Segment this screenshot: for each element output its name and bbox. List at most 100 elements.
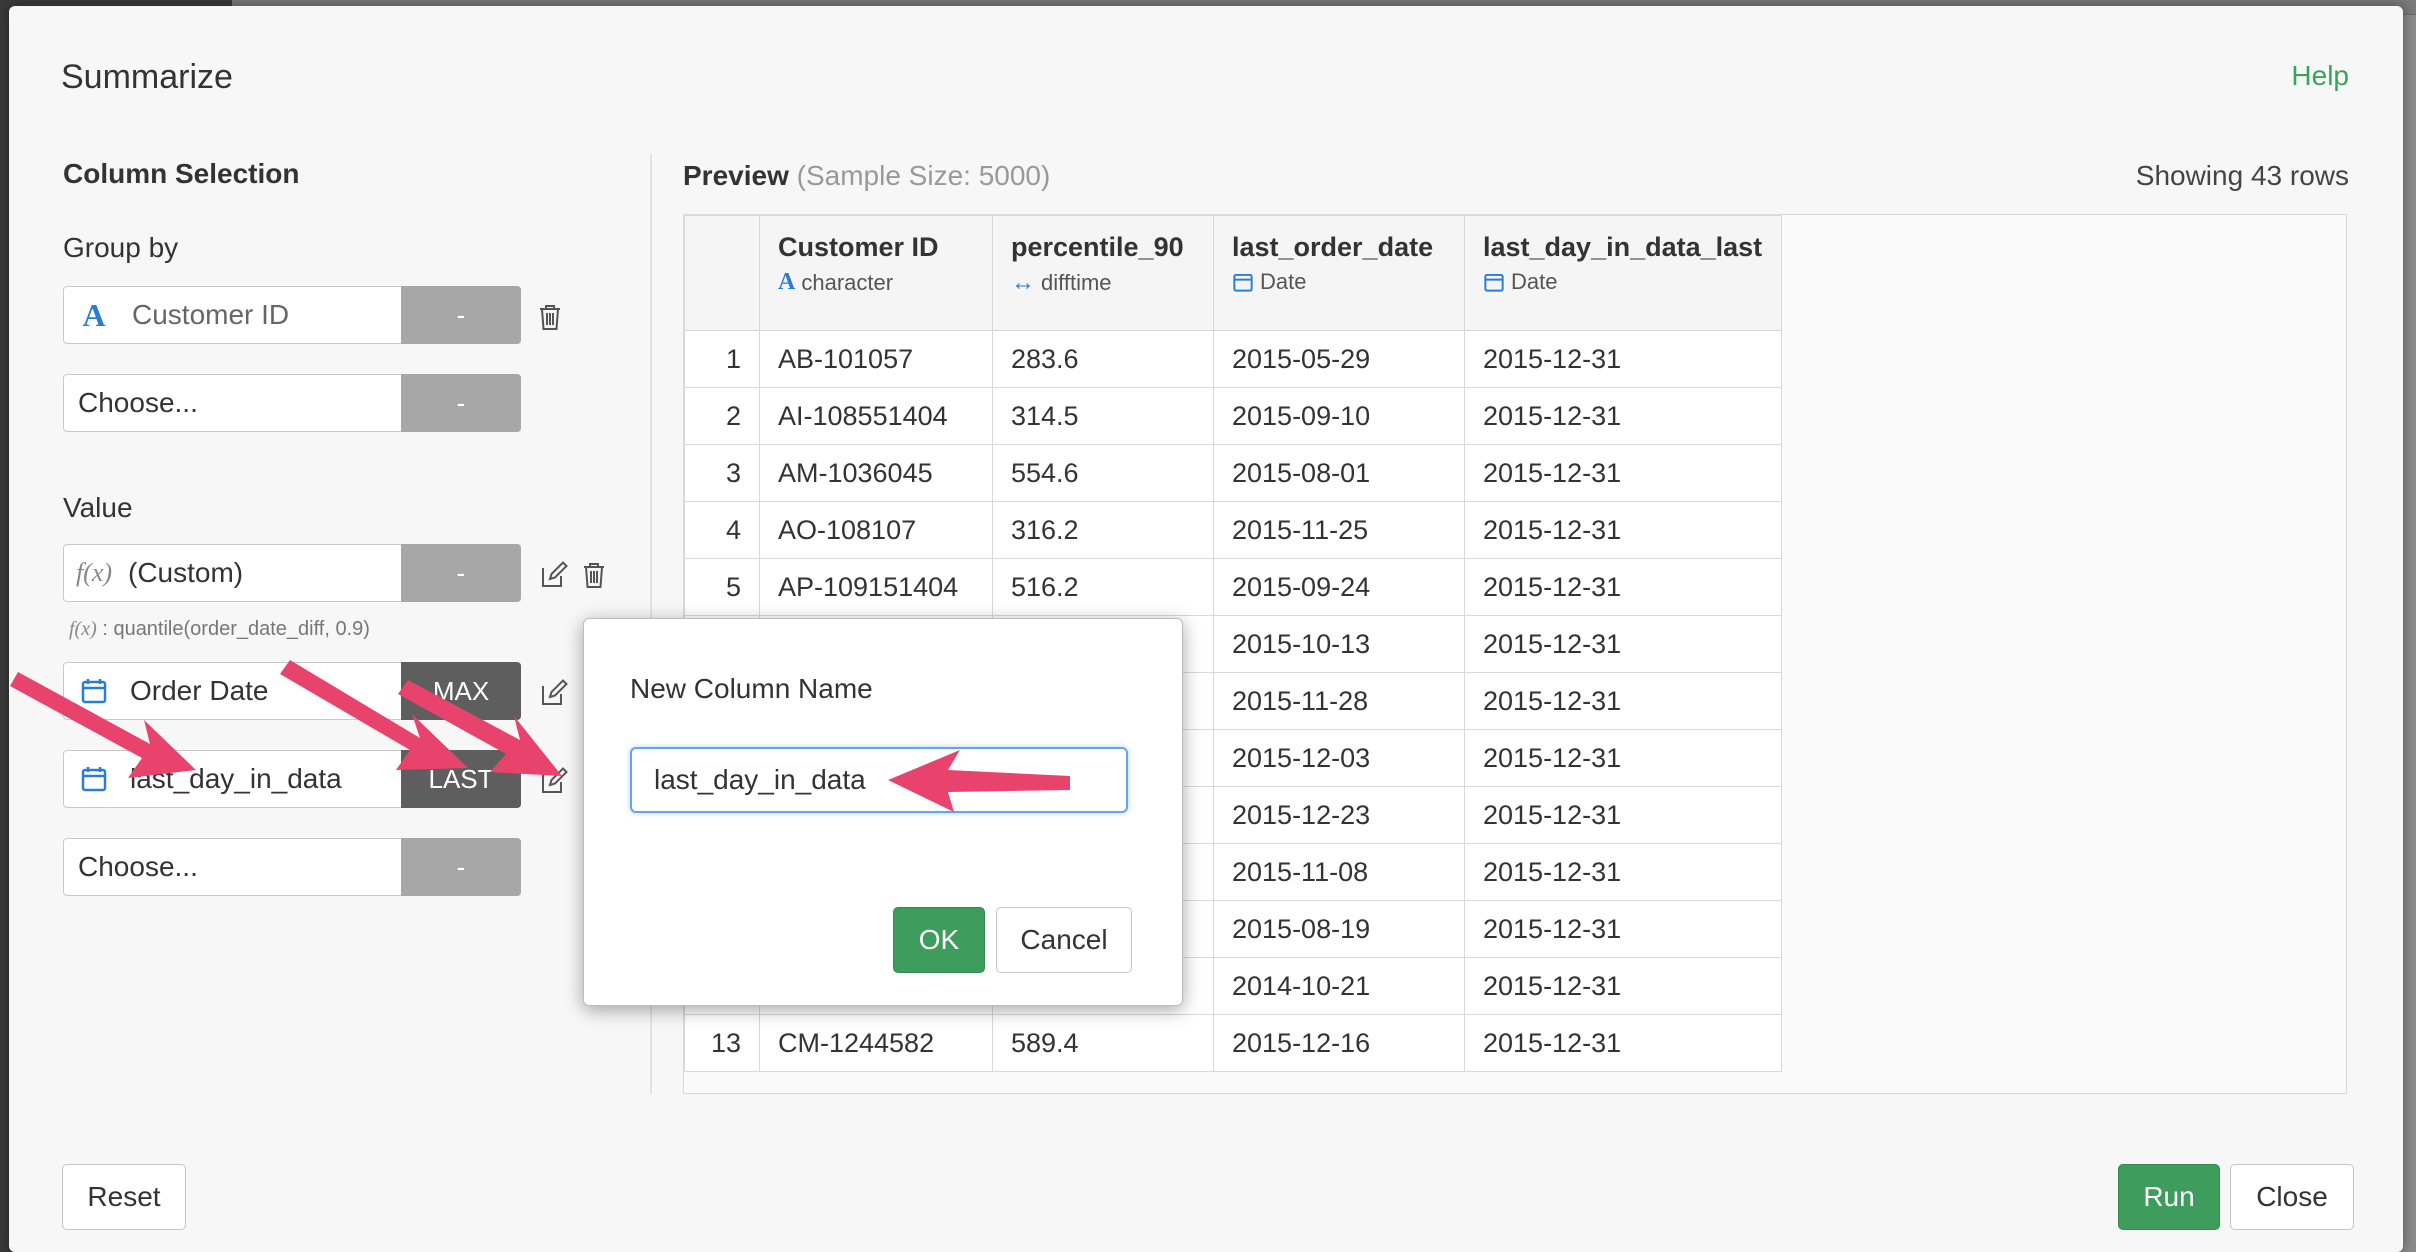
row-number: 1 <box>684 330 760 388</box>
table-cell: 2015-05-29 <box>1213 330 1465 388</box>
table-cell: 283.6 <box>992 330 1214 388</box>
table-cell: 2015-12-31 <box>1464 615 1782 673</box>
row-number: 13 <box>684 1014 760 1072</box>
table-cell: 2014-10-21 <box>1213 957 1465 1015</box>
table-cell: 316.2 <box>992 501 1214 559</box>
value-selector-choose-agg[interactable]: - <box>401 838 521 896</box>
table-cell: 2015-12-16 <box>1213 1014 1465 1072</box>
group-by-selector-2-agg[interactable]: - <box>401 374 521 432</box>
table-row[interactable]: 2 AI-108551404 314.5 2015-09-10 2015-12-31 <box>684 387 1782 445</box>
table-cell: AM-1036045 <box>759 444 993 502</box>
column-selection-title: Column Selection <box>63 158 300 189</box>
column-header-percentile-90[interactable]: percentile_90 ↔ difftime <box>992 215 1214 331</box>
table-cell: 2015-09-24 <box>1213 558 1465 616</box>
table-cell: 2015-12-31 <box>1464 387 1782 445</box>
new-column-name-dialog: New Column Name OK Cancel <box>583 618 1183 1006</box>
summarize-dialog: Summarize Help Column Selection Group by… <box>9 6 2403 1252</box>
table-cell: 2015-12-31 <box>1464 501 1782 559</box>
table-cell: 2015-11-28 <box>1213 672 1465 730</box>
table-cell: 2015-09-10 <box>1213 387 1465 445</box>
value-label: Value <box>63 492 133 523</box>
table-row[interactable]: 3 AM-1036045 554.6 2015-08-01 2015-12-31 <box>684 444 1782 502</box>
calendar-icon <box>1484 273 1504 292</box>
column-header-last-order-date[interactable]: last_order_date Date <box>1213 215 1465 331</box>
table-cell: 2015-12-31 <box>1464 729 1782 787</box>
calendar-icon <box>70 765 118 793</box>
value-selector-choose-text: Choose... <box>78 851 198 882</box>
table-row[interactable]: 5 AP-109151404 516.2 2015-09-24 2015-12-31 <box>684 558 1782 616</box>
table-cell: 589.4 <box>992 1014 1214 1072</box>
trash-icon[interactable] <box>533 300 567 334</box>
table-cell: 314.5 <box>992 387 1214 445</box>
table-cell: 2015-12-31 <box>1464 900 1782 958</box>
value-selector-custom[interactable]: f(x) (Custom) - <box>63 544 521 602</box>
value-selector-order-date-text: Order Date <box>130 675 269 706</box>
dialog-title: Summarize <box>61 58 233 96</box>
row-number: 3 <box>684 444 760 502</box>
table-cell: AB-101057 <box>759 330 993 388</box>
function-icon: f(x) <box>69 618 97 640</box>
preview-title: Preview (Sample Size: 5000) <box>683 160 1051 191</box>
table-cell: 2015-11-08 <box>1213 843 1465 901</box>
run-button[interactable]: Run <box>2118 1164 2220 1230</box>
value-selector-custom-agg[interactable]: - <box>401 544 521 602</box>
table-cell: 2015-12-31 <box>1464 786 1782 844</box>
value-selector-last-day-agg[interactable]: LAST <box>401 750 521 808</box>
row-number: 5 <box>684 558 760 616</box>
group-by-selector-1-text: Customer ID <box>132 299 290 330</box>
table-cell: 516.2 <box>992 558 1214 616</box>
edit-icon[interactable] <box>537 676 571 710</box>
table-cell: 2015-12-31 <box>1464 558 1782 616</box>
group-by-selector-1[interactable]: A Customer ID - <box>63 286 521 344</box>
table-cell: AP-109151404 <box>759 558 993 616</box>
edit-icon[interactable] <box>537 558 571 592</box>
character-type-icon: A <box>778 269 796 295</box>
table-cell: 2015-12-31 <box>1464 444 1782 502</box>
column-header-customer-id[interactable]: Customer ID Acharacter <box>759 215 993 331</box>
table-cell: 2015-12-03 <box>1213 729 1465 787</box>
table-cell: 554.6 <box>992 444 1214 502</box>
table-cell: 2015-10-13 <box>1213 615 1465 673</box>
difftime-type-icon: ↔ <box>1011 269 1035 296</box>
formula-hint: f(x) : quantile(order_date_diff, 0.9) <box>69 618 370 640</box>
table-row[interactable]: 4 AO-108107 316.2 2015-11-25 2015-12-31 <box>684 501 1782 559</box>
ok-button[interactable]: OK <box>893 907 985 973</box>
group-by-selector-1-agg[interactable]: - <box>401 286 521 344</box>
value-selector-custom-text: (Custom) <box>128 557 244 588</box>
row-number: 2 <box>684 387 760 445</box>
reset-button[interactable]: Reset <box>62 1164 186 1230</box>
table-cell: 2015-08-01 <box>1213 444 1465 502</box>
table-row[interactable]: 1 AB-101057 283.6 2015-05-29 2015-12-31 <box>684 330 1782 388</box>
group-by-selector-2[interactable]: Choose... - <box>63 374 521 432</box>
edit-icon[interactable] <box>537 764 571 798</box>
close-button[interactable]: Close <box>2230 1164 2354 1230</box>
table-cell: 2015-08-19 <box>1213 900 1465 958</box>
table-cell: 2015-12-31 <box>1464 672 1782 730</box>
function-icon: f(x) <box>75 558 113 587</box>
help-link[interactable]: Help <box>2291 60 2349 92</box>
value-selector-last-day-text: last_day_in_data <box>130 763 342 794</box>
value-selector-last-day[interactable]: last_day_in_data LAST <box>63 750 521 808</box>
character-type-icon: A <box>82 296 106 333</box>
table-cell: AI-108551404 <box>759 387 993 445</box>
cancel-button[interactable]: Cancel <box>996 907 1132 973</box>
column-header-last-day-in-data-last[interactable]: last_day_in_data_last Date <box>1464 215 1782 331</box>
table-cell: 2015-12-31 <box>1464 957 1782 1015</box>
group-by-selector-2-text: Choose... <box>78 387 198 418</box>
table-cell: 2015-11-25 <box>1213 501 1465 559</box>
table-cell: 2015-12-31 <box>1464 330 1782 388</box>
row-number-header <box>684 215 760 331</box>
new-column-name-input[interactable] <box>630 747 1128 813</box>
table-cell: 2015-12-31 <box>1464 1014 1782 1072</box>
trash-icon[interactable] <box>577 558 611 592</box>
value-selector-order-date-agg[interactable]: MAX <box>401 662 521 720</box>
value-selector-order-date[interactable]: Order Date MAX <box>63 662 521 720</box>
table-cell: 2015-12-31 <box>1464 843 1782 901</box>
table-row[interactable]: 13 CM-1244582 589.4 2015-12-16 2015-12-31 <box>684 1014 1782 1072</box>
value-selector-choose[interactable]: Choose... - <box>63 838 521 896</box>
row-number: 4 <box>684 501 760 559</box>
table-cell: 2015-12-23 <box>1213 786 1465 844</box>
new-column-name-title: New Column Name <box>630 673 873 704</box>
row-count: Showing 43 rows <box>2135 160 2349 191</box>
calendar-icon <box>70 677 118 705</box>
